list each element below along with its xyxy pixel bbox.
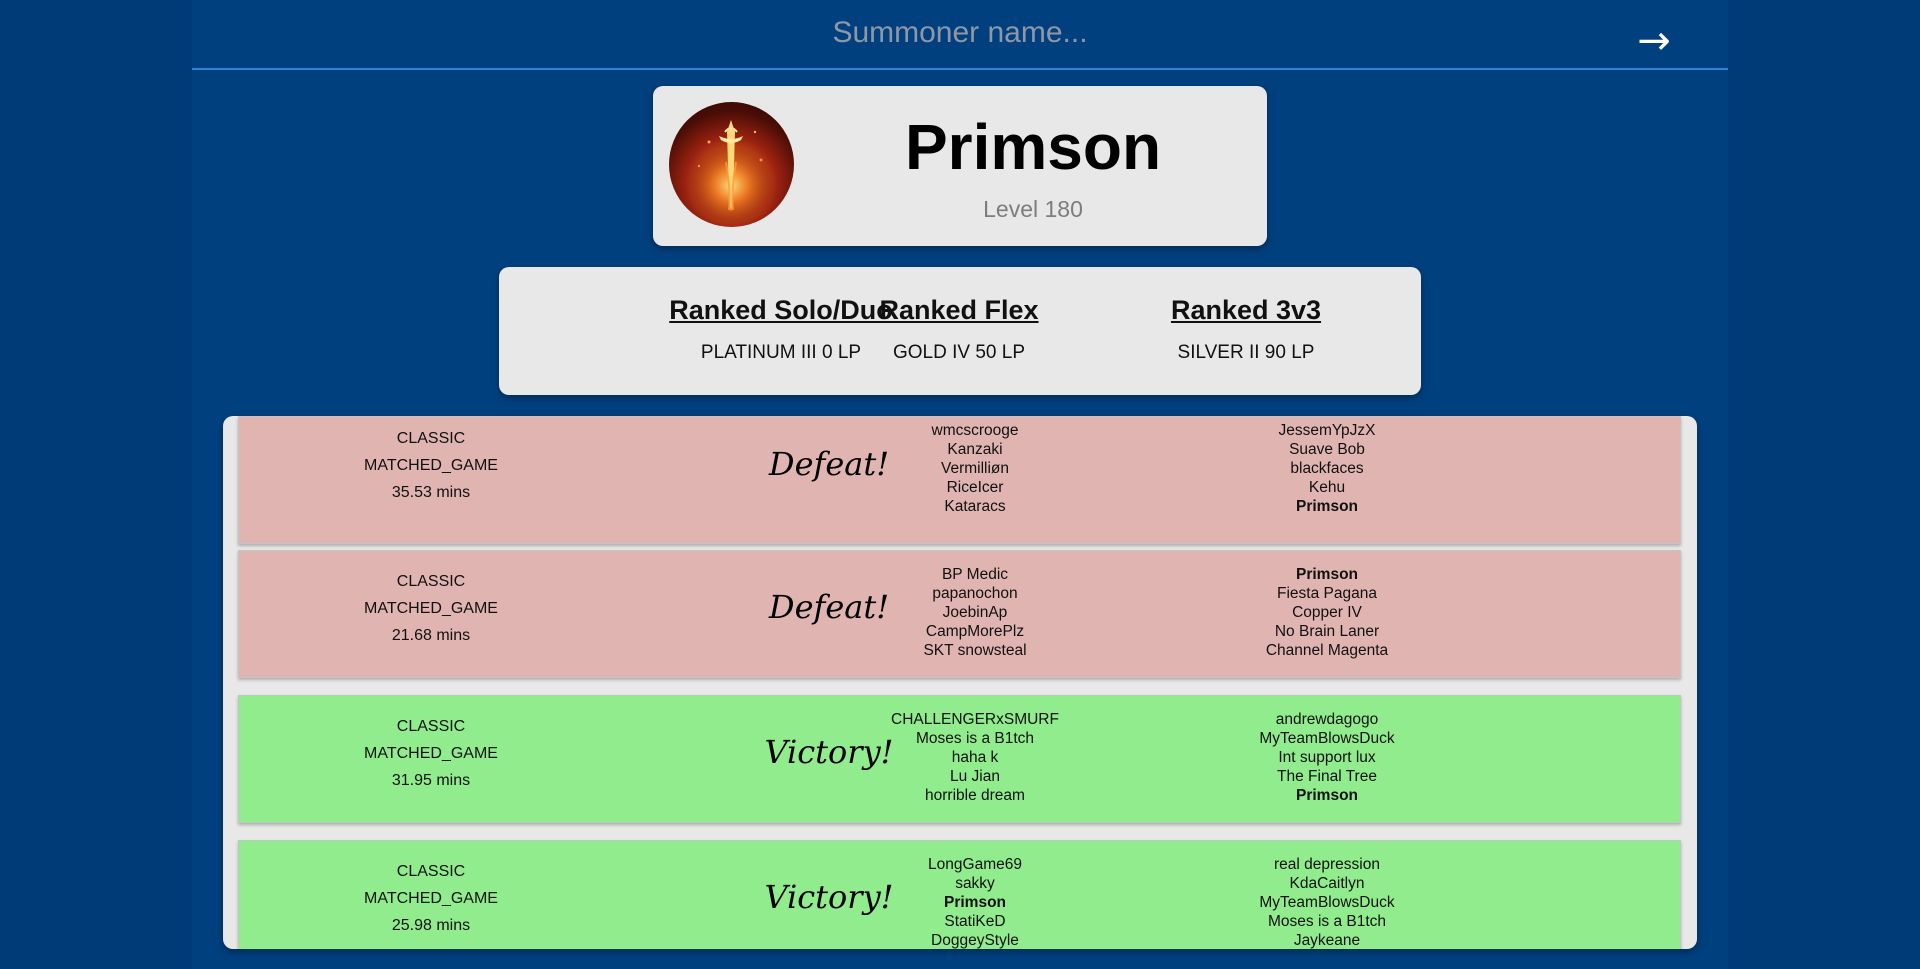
search-bar: → <box>192 0 1728 70</box>
player-name: CampMorePlz <box>925 623 1025 640</box>
game-mode: CLASSIC <box>396 573 466 590</box>
player-name: Moses is a B1tch <box>915 730 1035 747</box>
match-row[interactable]: CLASSIC MATCHED_GAME 25.98 mins Victory!… <box>238 840 1681 949</box>
player-name: RiceIcer <box>946 479 1004 496</box>
player-name: Lu Jian <box>950 768 1000 785</box>
player-name: Jaykeane <box>1293 932 1361 949</box>
game-duration: 25.98 mins <box>391 917 471 934</box>
player-name: blackfaces <box>1290 460 1364 477</box>
player-name-self: Primson <box>1295 566 1358 583</box>
game-type: MATCHED_GAME <box>364 457 498 474</box>
match-row[interactable]: CLASSIC MATCHED_GAME 35.53 mins Defeat! … <box>238 416 1681 544</box>
player-name-self: Primson <box>943 894 1006 911</box>
page: → <box>192 0 1728 969</box>
game-mode: CLASSIC <box>396 430 466 447</box>
player-name: Kataracs <box>944 498 1006 515</box>
player-name: wmcscrooge <box>931 422 1019 439</box>
player-name: The Final Tree <box>1277 768 1377 785</box>
match-row[interactable]: CLASSIC MATCHED_GAME 31.95 mins Victory!… <box>238 695 1681 823</box>
team-blue: LongGame69 sakky Primson StatiKeD Doggey… <box>825 855 1125 949</box>
player-name: Kehu <box>1308 479 1346 496</box>
player-name: CHALLENGERxSMURF <box>891 711 1059 728</box>
search-submit-arrow-icon[interactable]: → <box>1624 16 1684 66</box>
flaming-sword-icon <box>669 102 794 227</box>
player-name: JessemYpJzX <box>1278 422 1376 439</box>
player-name: sakky <box>955 875 995 892</box>
player-name: Channel Magenta <box>1265 642 1389 659</box>
player-name-self: Primson <box>1295 787 1358 804</box>
team-red: real depression KdaCaitlyn MyTeamBlowsDu… <box>1177 855 1477 949</box>
game-mode: CLASSIC <box>396 863 466 880</box>
player-name: LongGame69 <box>928 856 1022 873</box>
player-name: Vermilliøn <box>940 460 1010 477</box>
player-name: JoebinAp <box>942 604 1008 621</box>
game-mode: CLASSIC <box>396 718 466 735</box>
game-duration: 35.53 mins <box>391 484 471 501</box>
player-name: No Brain Laner <box>1274 623 1380 640</box>
match-info: CLASSIC MATCHED_GAME 21.68 mins <box>239 568 623 649</box>
game-type: MATCHED_GAME <box>364 600 498 617</box>
team-red: JessemYpJzX Suave Bob blackfaces Kehu Pr… <box>1177 421 1477 516</box>
queue-name: Ranked Flex <box>879 295 1039 325</box>
match-info: CLASSIC MATCHED_GAME 35.53 mins <box>239 425 623 506</box>
player-name: DoggeyStyle <box>931 932 1019 949</box>
match-row[interactable]: CLASSIC MATCHED_GAME 21.68 mins Defeat! … <box>238 550 1681 678</box>
game-duration: 31.95 mins <box>391 772 471 789</box>
game-type: MATCHED_GAME <box>364 890 498 907</box>
summoner-search-input[interactable] <box>192 8 1728 58</box>
team-blue: wmcscrooge Kanzaki Vermilliøn RiceIcer K… <box>825 421 1125 516</box>
player-name: Fiesta Pagana <box>1277 585 1377 602</box>
player-name: MyTeamBlowsDuck <box>1259 894 1395 911</box>
player-name: real depression <box>1274 856 1380 873</box>
summoner-name: Primson <box>904 111 1162 183</box>
game-type: MATCHED_GAME <box>364 745 498 762</box>
player-name: papanochon <box>932 585 1018 602</box>
player-name: Int support lux <box>1278 749 1376 766</box>
player-name: Suave Bob <box>1289 441 1365 458</box>
player-name: Kanzaki <box>947 441 1003 458</box>
player-name: haha k <box>951 749 999 766</box>
match-info: CLASSIC MATCHED_GAME 25.98 mins <box>239 858 623 939</box>
team-blue: BP Medic papanochon JoebinAp CampMorePlz… <box>825 565 1125 660</box>
summoner-level: Level 180 <box>983 196 1083 222</box>
team-blue: CHALLENGERxSMURF Moses is a B1tch haha k… <box>825 710 1125 805</box>
player-name: Moses is a B1tch <box>1267 913 1387 930</box>
player-name: MyTeamBlowsDuck <box>1259 730 1395 747</box>
player-name: horrible dream <box>925 787 1025 804</box>
team-red: Primson Fiesta Pagana Copper IV No Brain… <box>1177 565 1477 660</box>
player-name: KdaCaitlyn <box>1289 875 1365 892</box>
queue-rank: GOLD IV 50 LP <box>892 342 1025 363</box>
queue-name: Ranked 3v3 <box>1170 295 1322 325</box>
player-name: BP Medic <box>941 566 1009 583</box>
team-red: andrewdagogo MyTeamBlowsDuck Int support… <box>1177 710 1477 805</box>
match-history-panel[interactable]: CLASSIC MATCHED_GAME 35.53 mins Defeat! … <box>223 416 1697 949</box>
player-name-self: Primson <box>1295 498 1358 515</box>
player-name: Copper IV <box>1292 604 1362 621</box>
queue-rank: SILVER II 90 LP <box>1177 342 1315 363</box>
player-name: StatiKeD <box>944 913 1006 930</box>
game-duration: 21.68 mins <box>391 627 471 644</box>
profile-card: Primson Level 180 <box>653 86 1267 246</box>
match-info: CLASSIC MATCHED_GAME 31.95 mins <box>239 713 623 794</box>
ranked-stats-card: Ranked Solo/Duo PLATINUM III 0 LP Ranked… <box>499 267 1421 395</box>
player-name: SKT snowsteal <box>923 642 1027 659</box>
player-name: andrewdagogo <box>1275 711 1379 728</box>
